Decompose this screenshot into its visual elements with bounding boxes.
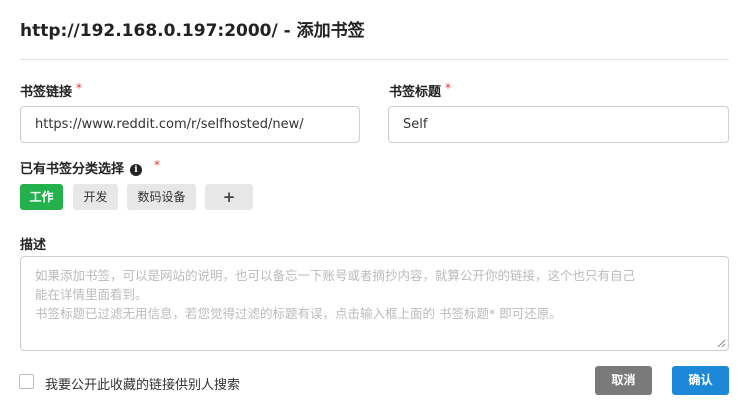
link-required-mark: * (76, 81, 83, 95)
title-label: 书签标题 * (389, 81, 451, 100)
title-divider (20, 59, 729, 60)
link-input[interactable] (20, 106, 360, 143)
category-label: 已有书签分类选择 i * (20, 158, 160, 177)
dialog-title: http://192.168.0.197:2000/ - 添加书签 (20, 21, 365, 41)
confirm-button[interactable]: 确认 (672, 366, 729, 395)
add-category-button[interactable]: + (205, 184, 253, 210)
category-required-mark: * (154, 158, 161, 172)
category-label-text: 已有书签分类选择 (20, 162, 125, 177)
link-label: 书签链接 * (20, 81, 82, 100)
info-icon[interactable]: i (130, 163, 143, 176)
title-input[interactable] (388, 106, 729, 143)
description-label: 描述 (20, 238, 47, 253)
resize-handle-icon[interactable] (717, 339, 725, 347)
category-tag-digital[interactable]: 数码设备 (127, 184, 196, 210)
description-placeholder-line: 如果添加书签，可以是网站的说明，也可以备忘一下账号或者摘抄内容，就算公开你的链接… (35, 268, 636, 283)
cancel-button[interactable]: 取消 (595, 366, 652, 395)
category-tag-dev[interactable]: 开发 (73, 184, 118, 210)
public-checkbox[interactable] (19, 374, 34, 389)
category-tag-work[interactable]: 工作 (20, 184, 63, 210)
description-placeholder-line: 能在详情里面看到。 (35, 287, 148, 302)
title-required-mark: * (445, 81, 452, 95)
description-placeholder-line: 书签标题已过滤无用信息，若您觉得过滤的标题有误，点击输入框上面的 书签标题* 即… (35, 306, 562, 321)
public-checkbox-label[interactable]: 我要公开此收藏的链接供别人搜索 (45, 374, 240, 393)
link-label-text: 书签链接 (20, 85, 73, 100)
description-textarea[interactable]: 如果添加书签，可以是网站的说明，也可以备忘一下账号或者摘抄内容，就算公开你的链接… (20, 256, 729, 351)
title-label-text: 书签标题 (389, 85, 442, 100)
